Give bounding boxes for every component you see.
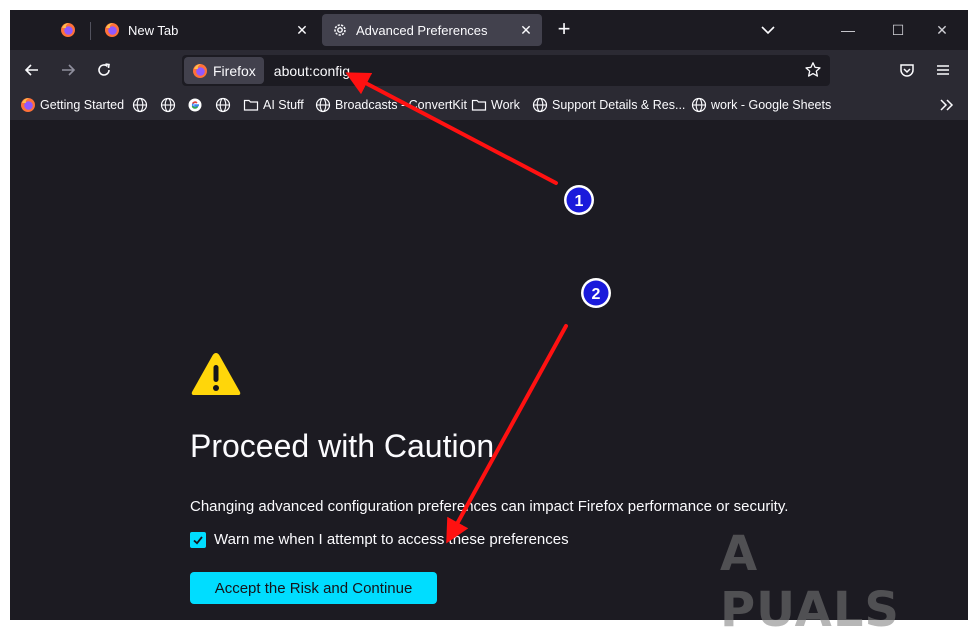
bookmark-label: AI Stuff (263, 98, 304, 112)
pocket-icon (900, 64, 914, 77)
globe-icon (215, 97, 231, 113)
tab-separator (90, 22, 91, 40)
tab-title: New Tab (128, 22, 179, 38)
minimize-button[interactable]: — (836, 18, 860, 42)
forward-button[interactable] (56, 58, 80, 82)
bookmark-label: work - Google Sheets (711, 98, 832, 112)
url-text[interactable]: about:config (274, 63, 350, 79)
tab-advanced-preferences[interactable]: Advanced Preferences ✕ (322, 14, 542, 46)
bookmark-label: Getting Started (40, 98, 125, 112)
tab-title: Advanced Preferences (356, 22, 488, 38)
pinned-tab[interactable] (54, 14, 82, 46)
warning-icon (191, 353, 241, 395)
globe-icon (132, 97, 148, 113)
new-tab-button[interactable]: + (552, 18, 576, 42)
maximize-button[interactable]: ☐ (886, 18, 910, 42)
appuals-watermark: APUALS (720, 526, 900, 638)
back-arrow-icon (24, 64, 38, 76)
menu-button[interactable] (931, 58, 955, 82)
bookmark-support-details[interactable]: Support Details & Res... (532, 96, 685, 114)
bookmark-globe-1[interactable] (132, 96, 152, 114)
url-bar[interactable]: Firefox about:config (182, 55, 830, 86)
tab-strip: New Tab ✕ Advanced Preferences ✕ + — ☐ ✕ (10, 10, 968, 50)
page-title: Proceed with Caution (190, 428, 495, 464)
nav-bar: Firefox about:config (10, 50, 968, 90)
firefox-logo-icon (104, 22, 120, 38)
gear-icon (332, 22, 348, 38)
firefox-logo-icon (20, 97, 36, 113)
bookmark-globe-3[interactable] (215, 96, 235, 114)
close-window-button[interactable]: ✕ (930, 18, 954, 42)
globe-icon (532, 97, 548, 113)
forward-arrow-icon (62, 64, 76, 76)
bookmark-google[interactable] (187, 96, 207, 114)
reload-button[interactable] (92, 58, 116, 82)
bookmark-work-google-sheets[interactable]: work - Google Sheets (691, 96, 831, 114)
bookmark-globe-2[interactable] (160, 96, 180, 114)
close-icon[interactable]: ✕ (290, 22, 314, 39)
hamburger-menu-icon (937, 65, 949, 75)
identity-box[interactable]: Firefox (184, 57, 264, 84)
chevron-down-icon[interactable] (758, 20, 778, 40)
bookmark-folder-work[interactable]: Work (471, 96, 520, 114)
bookmark-label: Work (491, 98, 520, 112)
close-icon[interactable]: ✕ (514, 22, 538, 39)
bookmark-label: Support Details & Res... (552, 98, 686, 112)
warn-checkbox-row[interactable]: Warn me when I attempt to access these p… (190, 531, 569, 548)
reload-icon (98, 63, 110, 76)
pocket-button[interactable] (895, 58, 919, 82)
folder-icon (471, 97, 487, 113)
google-icon (187, 97, 203, 113)
bookmark-getting-started[interactable]: Getting Started (20, 96, 124, 114)
identity-label: Firefox (213, 62, 256, 79)
bookmark-label: Broadcasts - ConvertKit (335, 98, 467, 112)
globe-icon (315, 97, 331, 113)
firefox-logo-icon (193, 63, 207, 78)
double-chevron-right-icon[interactable] (938, 96, 956, 114)
star-icon[interactable] (804, 61, 822, 79)
back-button[interactable] (20, 58, 44, 82)
bookmark-broadcasts[interactable]: Broadcasts - ConvertKit (315, 96, 467, 114)
bookmark-folder-ai-stuff[interactable]: AI Stuff (243, 96, 304, 114)
globe-icon (691, 97, 707, 113)
firefox-logo-icon (61, 23, 75, 37)
warn-checkbox[interactable] (190, 531, 206, 548)
warning-description: Changing advanced configuration preferen… (190, 498, 789, 515)
tab-new-tab[interactable]: New Tab ✕ (94, 14, 316, 46)
checkmark-icon (193, 535, 203, 545)
bookmarks-toolbar: Getting Started AI Stuff Broadcasts - Co… (10, 90, 968, 120)
globe-icon (160, 97, 176, 113)
accept-risk-button[interactable]: Accept the Risk and Continue (190, 572, 437, 604)
checkbox-label: Warn me when I attempt to access these p… (214, 531, 569, 548)
folder-icon (243, 97, 259, 113)
